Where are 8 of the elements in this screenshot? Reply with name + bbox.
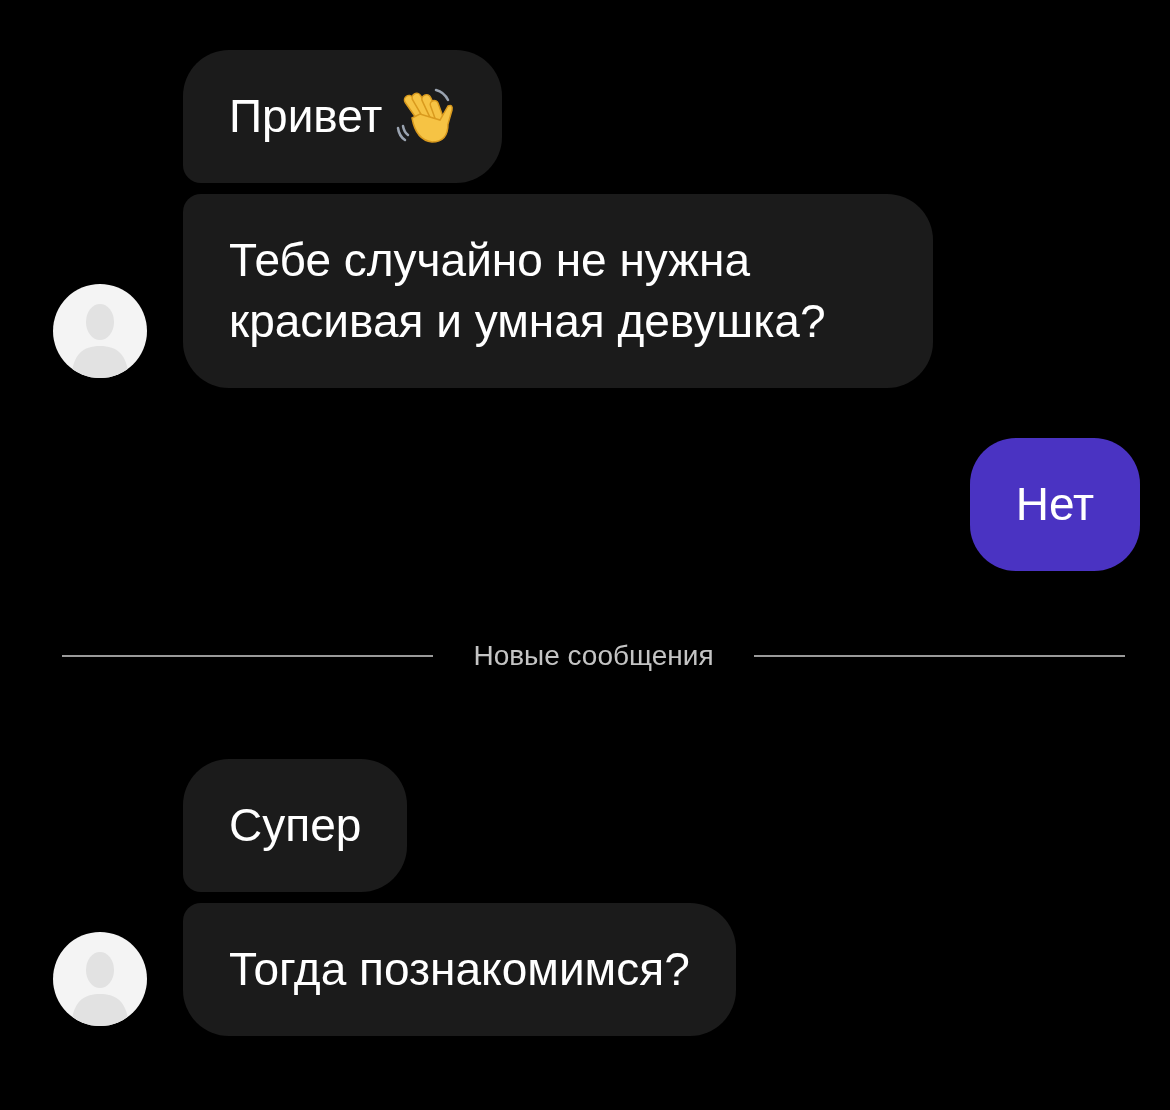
divider-label: Новые сообщения <box>473 639 714 673</box>
message-text: Тебе случайно не нужна красивая и умная девушка? <box>229 233 827 349</box>
avatar-icon[interactable] <box>53 284 147 378</box>
message-text: Нет <box>1015 477 1094 532</box>
message-text: Привет <box>229 89 383 144</box>
message-text: Супер <box>229 798 362 853</box>
message-text: Тогда познакомимся? <box>229 942 690 997</box>
avatar-icon[interactable] <box>53 932 147 1026</box>
